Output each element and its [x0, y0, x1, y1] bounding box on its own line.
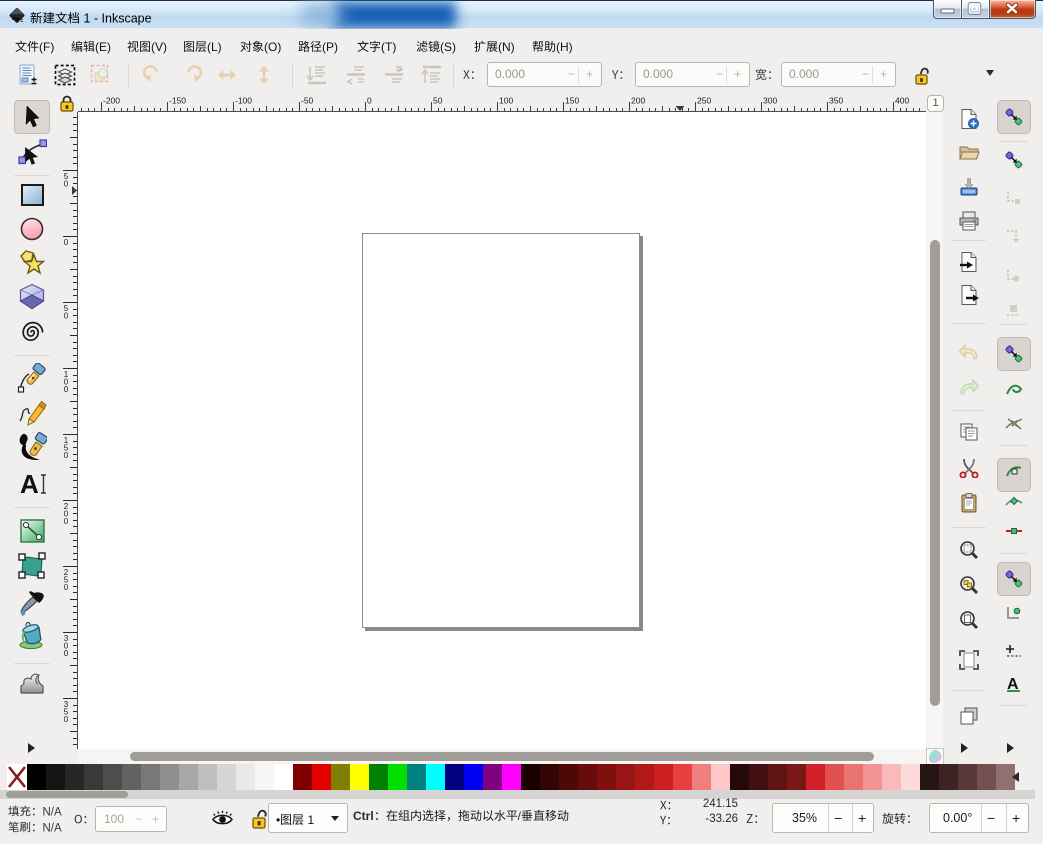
svg-text:0: 0 — [64, 180, 69, 189]
svg-text:-200: -200 — [103, 96, 120, 106]
svg-text:300: 300 — [763, 96, 777, 106]
svg-text:150: 150 — [565, 96, 579, 106]
svg-text:0: 0 — [64, 517, 69, 526]
svg-text:0: 0 — [64, 451, 69, 460]
svg-text:-100: -100 — [235, 96, 252, 106]
svg-text:350: 350 — [829, 96, 843, 106]
svg-text:0: 0 — [64, 649, 69, 658]
svg-text:0: 0 — [64, 583, 69, 592]
svg-text:250: 250 — [697, 96, 711, 106]
svg-text:0: 0 — [64, 312, 69, 321]
svg-text:A: A — [20, 469, 39, 499]
svg-text:-50: -50 — [301, 96, 314, 106]
svg-text:0: 0 — [64, 385, 69, 394]
svg-text:100: 100 — [499, 96, 513, 106]
svg-text:400: 400 — [895, 96, 909, 106]
svg-text:0: 0 — [367, 96, 372, 106]
svg-text:50: 50 — [433, 96, 443, 106]
svg-text:0: 0 — [64, 715, 69, 724]
svg-text:-150: -150 — [169, 96, 186, 106]
svg-text:0: 0 — [64, 238, 69, 247]
svg-text:200: 200 — [631, 96, 645, 106]
